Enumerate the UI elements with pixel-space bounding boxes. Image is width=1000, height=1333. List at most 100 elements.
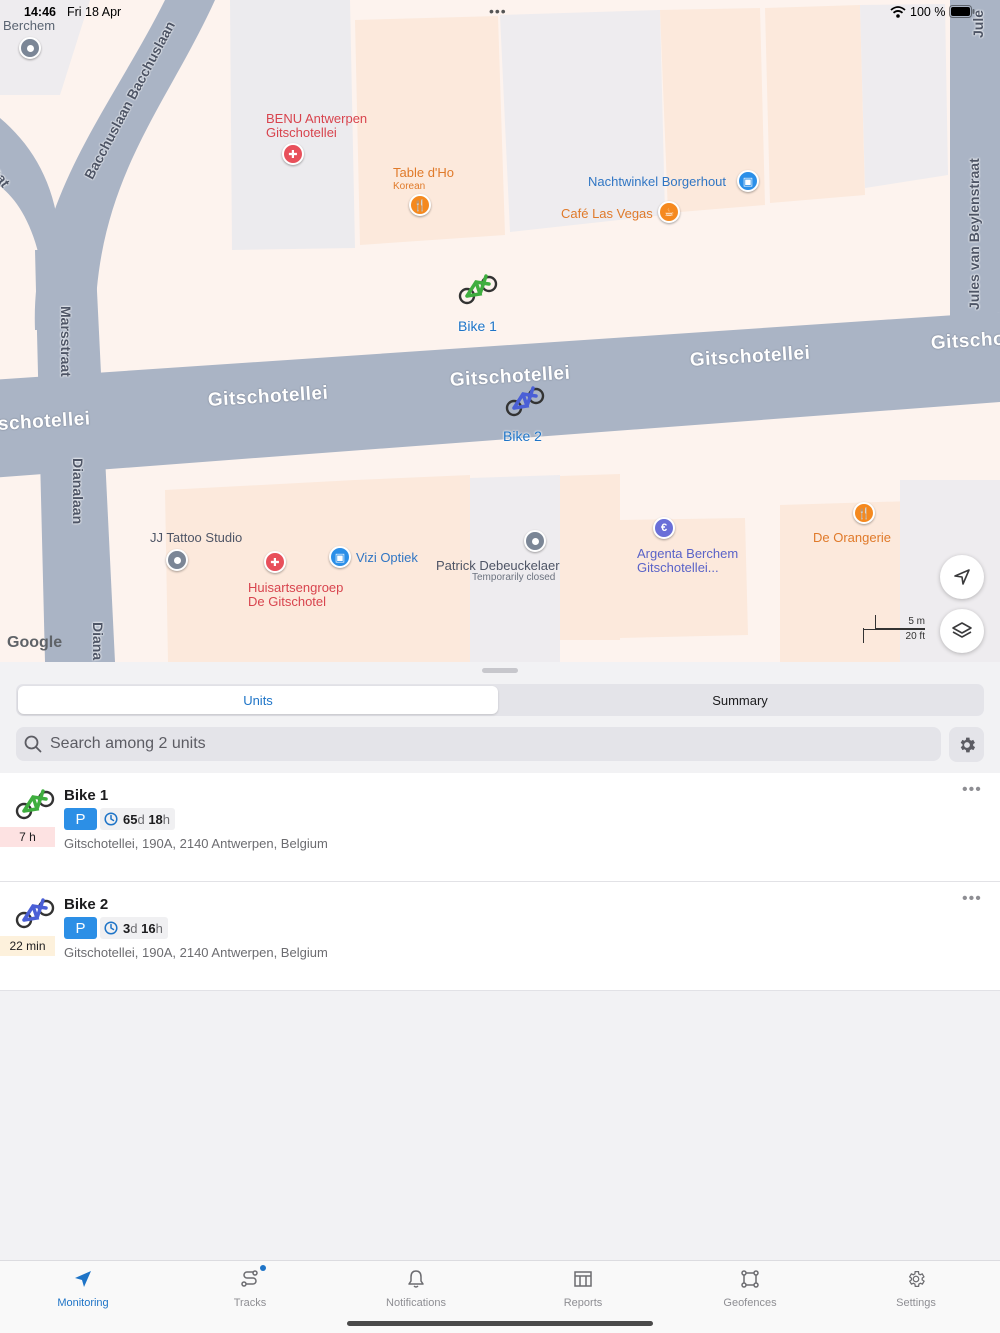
tab-label: Tracks <box>233 1297 267 1309</box>
parking-state-badge: P <box>64 917 97 939</box>
poi-label-orangerie: De Orangerie <box>813 530 892 545</box>
app: Gitschotellei Gitschotellei Gitschotelle… <box>0 0 1000 1333</box>
last-update-badge: 22 min <box>0 936 55 956</box>
multitasking-dots[interactable]: ••• <box>489 3 507 19</box>
tab-monitoring[interactable]: Monitoring <box>0 1267 166 1311</box>
clock-icon <box>104 812 118 826</box>
street-label-gitschotellei: Gitscho <box>930 328 1000 354</box>
tab-settings[interactable]: Settings <box>833 1267 999 1311</box>
duration-days: 65 <box>123 811 138 827</box>
medical-pin-icon[interactable]: ✚ <box>264 551 286 573</box>
bike1-marker-icon[interactable] <box>458 270 498 306</box>
duration-badge: 3d 16 h <box>100 917 168 939</box>
panel-drag-handle[interactable] <box>482 668 518 673</box>
scale-imperial: 20 ft <box>905 631 925 642</box>
poi-sub-patrick: Temporarily closed <box>472 572 556 583</box>
poi-label-table-dho: Table d'Ho <box>393 165 455 180</box>
google-logo[interactable]: Google <box>7 634 62 652</box>
table-icon <box>571 1267 595 1291</box>
battery-icon <box>949 5 975 18</box>
bike2-marker-icon[interactable] <box>505 382 545 418</box>
map-scale-bar: 5 m 20 ft <box>863 615 925 643</box>
tab-notifications[interactable]: Notifications <box>333 1267 499 1311</box>
bicycle-icon <box>15 898 55 929</box>
units-panel: Units Summary 7 h Bike 1 P <box>0 662 1000 1260</box>
shop-pin-icon[interactable]: ▣ <box>737 170 759 192</box>
restaurant-pin-icon[interactable]: 🍴 <box>409 194 431 216</box>
tab-summary[interactable]: Summary <box>500 686 980 714</box>
duration-hours: 16 <box>141 920 156 936</box>
status-bar: 14:46 Fri 18 Apr ••• 100 % <box>0 0 1000 26</box>
map-view[interactable]: Gitschotellei Gitschotellei Gitschotelle… <box>0 0 1000 662</box>
tab-tracks[interactable]: Tracks <box>167 1265 333 1311</box>
bell-icon <box>404 1267 428 1291</box>
poi-label-nachtwinkel: Nachtwinkel Borgerhout <box>588 174 727 189</box>
battery-percentage: 100 % <box>910 5 946 19</box>
tab-geofences[interactable]: Geofences <box>667 1267 833 1311</box>
duration-hours-unit: h <box>155 920 163 936</box>
place-pin-icon[interactable] <box>524 530 546 552</box>
duration-days-unit: d <box>130 920 138 936</box>
list-item[interactable]: 22 min Bike 2 P 3d 16 h Gitschotellei, 19… <box>0 882 1000 991</box>
street-label-diana: Diana <box>90 622 106 661</box>
duration-badge: 65 d 18 h <box>100 808 176 830</box>
bike1-marker-label[interactable]: Bike 1 <box>458 318 497 334</box>
unit-address: Gitschotellei, 190A, 2140 Antwerpen, Bel… <box>64 945 328 960</box>
layers-icon <box>952 622 972 638</box>
map-layers-button[interactable] <box>940 609 984 653</box>
pharmacy-pin-icon[interactable]: ✚ <box>282 143 304 165</box>
tab-label: Notifications <box>386 1297 446 1309</box>
search-input[interactable] <box>50 735 850 753</box>
poi-label-patrick: Patrick Debeuckelaer <box>436 558 560 573</box>
tab-label: Geofences <box>723 1297 777 1309</box>
notification-dot <box>260 1265 266 1271</box>
place-pin-icon[interactable] <box>19 37 41 59</box>
scale-metric: 5 m <box>908 616 925 627</box>
duration-days: 3 <box>123 920 131 936</box>
last-update-badge: 7 h <box>0 827 55 847</box>
poi-sub-table-dho: Korean <box>393 181 426 192</box>
poi-label-argenta: Gitschotellei... <box>637 560 719 575</box>
unit-address: Gitschotellei, 190A, 2140 Antwerpen, Bel… <box>64 836 328 851</box>
tab-reports[interactable]: Reports <box>500 1267 666 1311</box>
street-label-dianalaan: Dianalaan <box>70 458 86 525</box>
more-options-button[interactable]: ••• <box>962 890 982 908</box>
cafe-pin-icon[interactable]: ☕ <box>658 201 680 223</box>
tab-label: Monitoring <box>57 1297 109 1309</box>
status-date: Fri 18 Apr <box>67 5 122 19</box>
tab-bar: Monitoring Tracks Notifications Reports <box>0 1260 1000 1333</box>
poi-label-benu: BENU Antwerpen <box>266 111 368 126</box>
poi-label-vizi: Vizi Optiek <box>356 550 418 565</box>
route-icon <box>238 1265 266 1291</box>
unit-name: Bike 1 <box>64 787 109 804</box>
poi-label-huisarts: De Gitschotel <box>248 594 327 609</box>
search-bar[interactable] <box>16 727 941 761</box>
duration-hours-unit: h <box>162 811 171 827</box>
poi-label-argenta: Argenta Berchem <box>637 546 739 561</box>
bike2-marker-label[interactable]: Bike 2 <box>503 428 542 444</box>
my-location-button[interactable] <box>940 555 984 599</box>
navigation-arrow-icon <box>71 1267 95 1291</box>
home-indicator[interactable] <box>347 1321 653 1326</box>
clock-icon <box>104 921 118 935</box>
shop-pin-icon[interactable]: ▣ <box>329 546 351 568</box>
parking-state-badge: P <box>64 808 97 830</box>
geofence-icon <box>738 1267 762 1291</box>
unit-list: 7 h Bike 1 P 65 d 18 h Gitschotellei, 190A… <box>0 773 1000 991</box>
gear-icon <box>960 737 975 752</box>
more-options-button[interactable]: ••• <box>962 781 982 799</box>
poi-label-huisarts: Huisartsengroep <box>248 580 344 595</box>
tab-units[interactable]: Units <box>18 686 498 714</box>
gear-icon <box>904 1267 928 1291</box>
place-pin-icon[interactable] <box>166 549 188 571</box>
list-item[interactable]: 7 h Bike 1 P 65 d 18 h Gitschotellei, 190A… <box>0 773 1000 882</box>
restaurant-pin-icon[interactable]: 🍴 <box>853 502 875 524</box>
bank-pin-icon[interactable]: € <box>653 517 675 539</box>
street-label-jules: Jules van Beylenstraat <box>966 158 982 310</box>
poi-label-jj-tattoo: JJ Tattoo Studio <box>150 530 243 545</box>
wifi-icon <box>890 6 906 18</box>
list-settings-button[interactable] <box>949 727 984 762</box>
poi-label-cafe: Café Las Vegas <box>561 206 653 221</box>
search-icon <box>24 735 42 753</box>
tab-label: Settings <box>896 1297 936 1309</box>
